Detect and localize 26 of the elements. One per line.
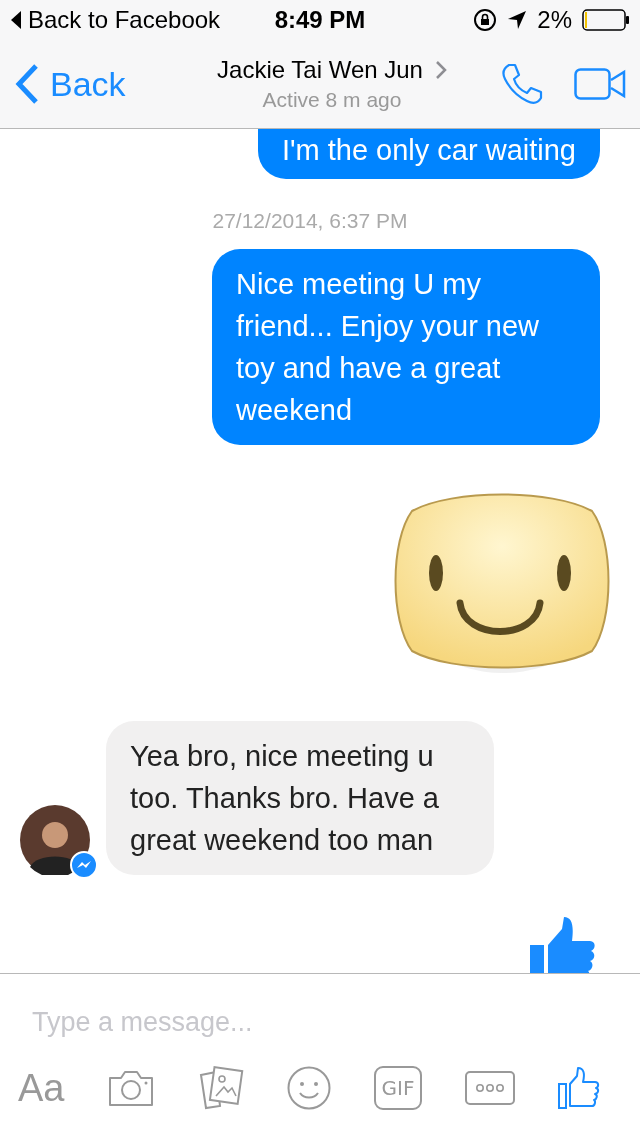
battery-percent: 2% xyxy=(537,6,572,34)
message-bubble: Yea bro, nice meeting u too. Thanks bro. Have a great weekend too man xyxy=(106,721,494,875)
photos-icon[interactable] xyxy=(198,1066,244,1110)
back-button[interactable]: Back xyxy=(14,63,184,105)
camera-icon[interactable] xyxy=(107,1069,156,1107)
back-chevron-icon xyxy=(14,63,40,105)
back-arrow-icon xyxy=(10,10,22,30)
thumbs-up-icon[interactable] xyxy=(558,1066,600,1110)
clock-time: 8:49 PM xyxy=(274,6,366,34)
active-status: Active 8 m ago xyxy=(262,88,402,112)
message-bubble: Nice meeting U my friend... Enjoy your new toy and have a great weekend xyxy=(212,249,600,445)
gif-button[interactable]: GIF xyxy=(373,1066,423,1110)
timestamp: 27/12/2014, 6:37 PM xyxy=(211,209,409,233)
more-icon[interactable] xyxy=(465,1071,516,1105)
battery-icon xyxy=(582,9,630,31)
rotation-lock-icon xyxy=(473,8,498,32)
video-camera-icon[interactable] xyxy=(574,68,626,100)
emoji-icon[interactable] xyxy=(286,1066,331,1110)
text-format-button[interactable]: Aa xyxy=(18,1066,65,1110)
message-bubble: I'm the only car waiting xyxy=(257,129,600,179)
contact-name[interactable]: Jackie Tai Wen Jun xyxy=(217,56,423,84)
location-arrow-icon xyxy=(507,10,528,30)
messenger-badge-icon xyxy=(70,851,98,879)
phone-icon[interactable] xyxy=(500,62,544,106)
back-app-link[interactable]: Back to Facebook xyxy=(28,6,221,34)
chevron-icon xyxy=(434,60,447,80)
